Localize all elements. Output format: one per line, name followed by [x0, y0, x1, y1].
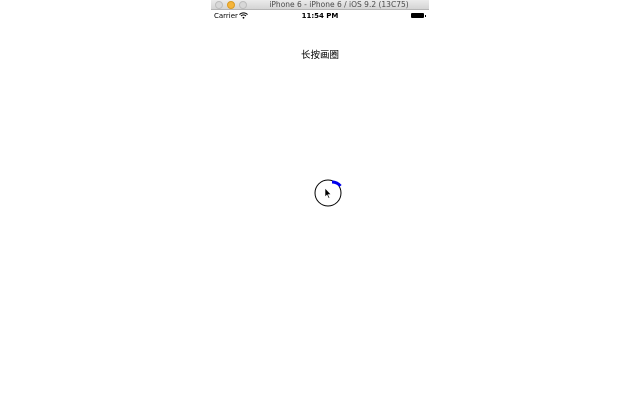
simulator-window: iPhone 6 - iPhone 6 / iOS 9.2 (13C75) Ca… [211, 0, 429, 400]
page-title: 长按画圈 [300, 50, 339, 61]
status-bar: Carrier 11:54 PM [211, 10, 429, 22]
progress-ring-arc [331, 180, 342, 188]
window-zoom-button[interactable] [239, 1, 247, 9]
simulator-titlebar: iPhone 6 - iPhone 6 / iOS 9.2 (13C75) [211, 0, 429, 10]
mouse-pointer-icon [324, 187, 332, 199]
battery-icon [411, 13, 426, 18]
window-close-button[interactable] [215, 1, 223, 9]
circle-progress-view[interactable] [311, 176, 355, 210]
status-time: 11:54 PM [301, 12, 339, 20]
simulator-window-title: iPhone 6 - iPhone 6 / iOS 9.2 (13C75) [269, 0, 409, 9]
window-minimize-button[interactable] [227, 1, 235, 9]
